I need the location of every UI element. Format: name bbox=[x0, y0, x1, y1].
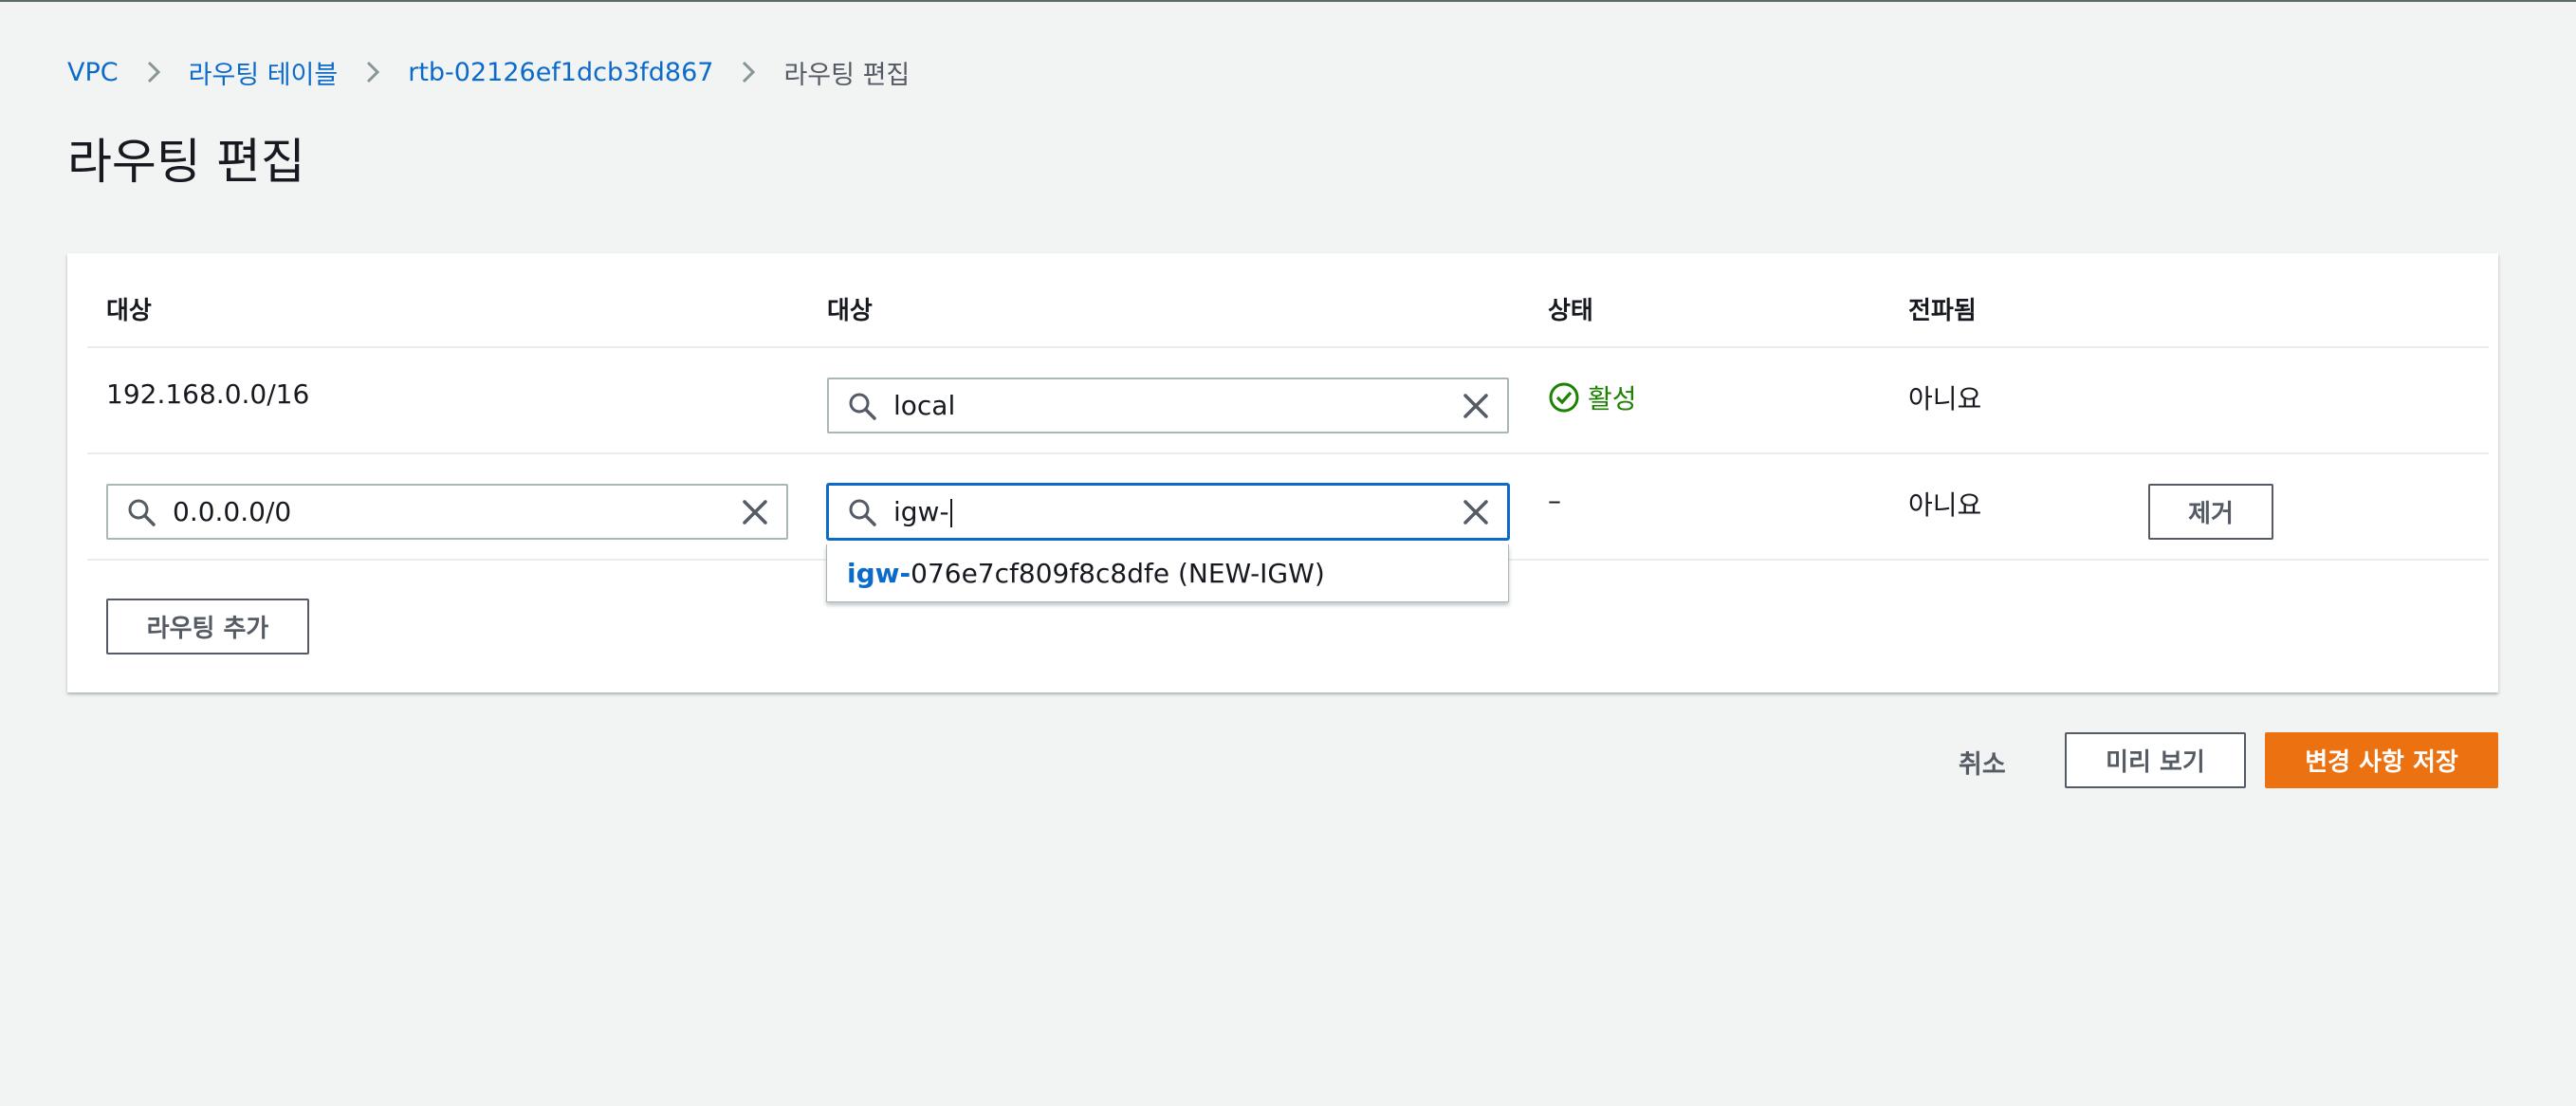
status-text: 활성 bbox=[1588, 383, 1637, 415]
text-caret bbox=[949, 499, 952, 527]
breadcrumb-route-table-id[interactable]: rtb-02126ef1dcb3fd867 bbox=[408, 58, 713, 87]
route-destination: 192.168.0.0/16 bbox=[106, 378, 310, 410]
autocomplete-option[interactable]: igw-076e7cf809f8c8dfe (NEW-IGW) bbox=[847, 558, 1325, 589]
breadcrumb-current: 라우팅 편집 bbox=[783, 60, 911, 90]
success-check-icon bbox=[1549, 382, 1579, 413]
chevron-right-icon bbox=[147, 61, 160, 83]
route-propagated: 아니요 bbox=[1908, 383, 1982, 415]
cancel-button[interactable]: 취소 bbox=[1959, 744, 2006, 781]
breadcrumb-vpc[interactable]: VPC bbox=[67, 58, 119, 87]
destination-search-input[interactable]: 0.0.0.0/0 bbox=[106, 484, 788, 540]
target-search-value: igw- bbox=[893, 496, 949, 527]
column-header-status: 상태 bbox=[1548, 297, 1593, 325]
clear-icon[interactable] bbox=[1460, 390, 1492, 422]
remove-route-button[interactable]: 제거 bbox=[2148, 484, 2273, 540]
page-title: 라우팅 편집 bbox=[67, 135, 305, 191]
preview-button[interactable]: 미리 보기 bbox=[2065, 732, 2246, 788]
option-match-text: igw- bbox=[847, 557, 911, 589]
target-search-input[interactable]: local bbox=[827, 378, 1509, 433]
column-header-destination: 대상 bbox=[106, 297, 152, 325]
search-icon bbox=[849, 393, 876, 420]
row-divider bbox=[87, 346, 2489, 348]
column-header-propagated: 전파됨 bbox=[1908, 297, 1977, 325]
routes-panel: 대상 대상 상태 전파됨 192.168.0.0/16 local 활성 아니요… bbox=[67, 253, 2498, 692]
status-badge: 활성 bbox=[1548, 378, 1637, 416]
route-status: – bbox=[1548, 485, 1561, 516]
add-route-button[interactable]: 라우팅 추가 bbox=[106, 599, 309, 654]
target-search-value: local bbox=[893, 390, 956, 421]
breadcrumb-route-tables[interactable]: 라우팅 테이블 bbox=[189, 54, 339, 91]
target-search-input[interactable]: igw- bbox=[827, 484, 1509, 540]
chevron-right-icon bbox=[367, 61, 380, 83]
destination-search-value: 0.0.0.0/0 bbox=[173, 496, 292, 527]
option-rest-text: 076e7cf809f8c8dfe (NEW-IGW) bbox=[911, 557, 1325, 589]
search-icon bbox=[849, 499, 876, 526]
search-icon bbox=[128, 499, 156, 526]
row-divider bbox=[87, 452, 2489, 454]
breadcrumb: VPC 라우팅 테이블 rtb-02126ef1dcb3fd867 라우팅 편집 bbox=[67, 51, 910, 93]
chevron-right-icon bbox=[743, 61, 756, 83]
clear-icon[interactable] bbox=[739, 496, 771, 528]
clear-icon[interactable] bbox=[1460, 496, 1492, 528]
route-propagated: 아니요 bbox=[1908, 489, 1982, 521]
target-autocomplete-dropdown: igw-076e7cf809f8c8dfe (NEW-IGW) bbox=[826, 544, 1509, 602]
column-header-target: 대상 bbox=[827, 297, 873, 325]
save-changes-button[interactable]: 변경 사항 저장 bbox=[2265, 732, 2498, 788]
